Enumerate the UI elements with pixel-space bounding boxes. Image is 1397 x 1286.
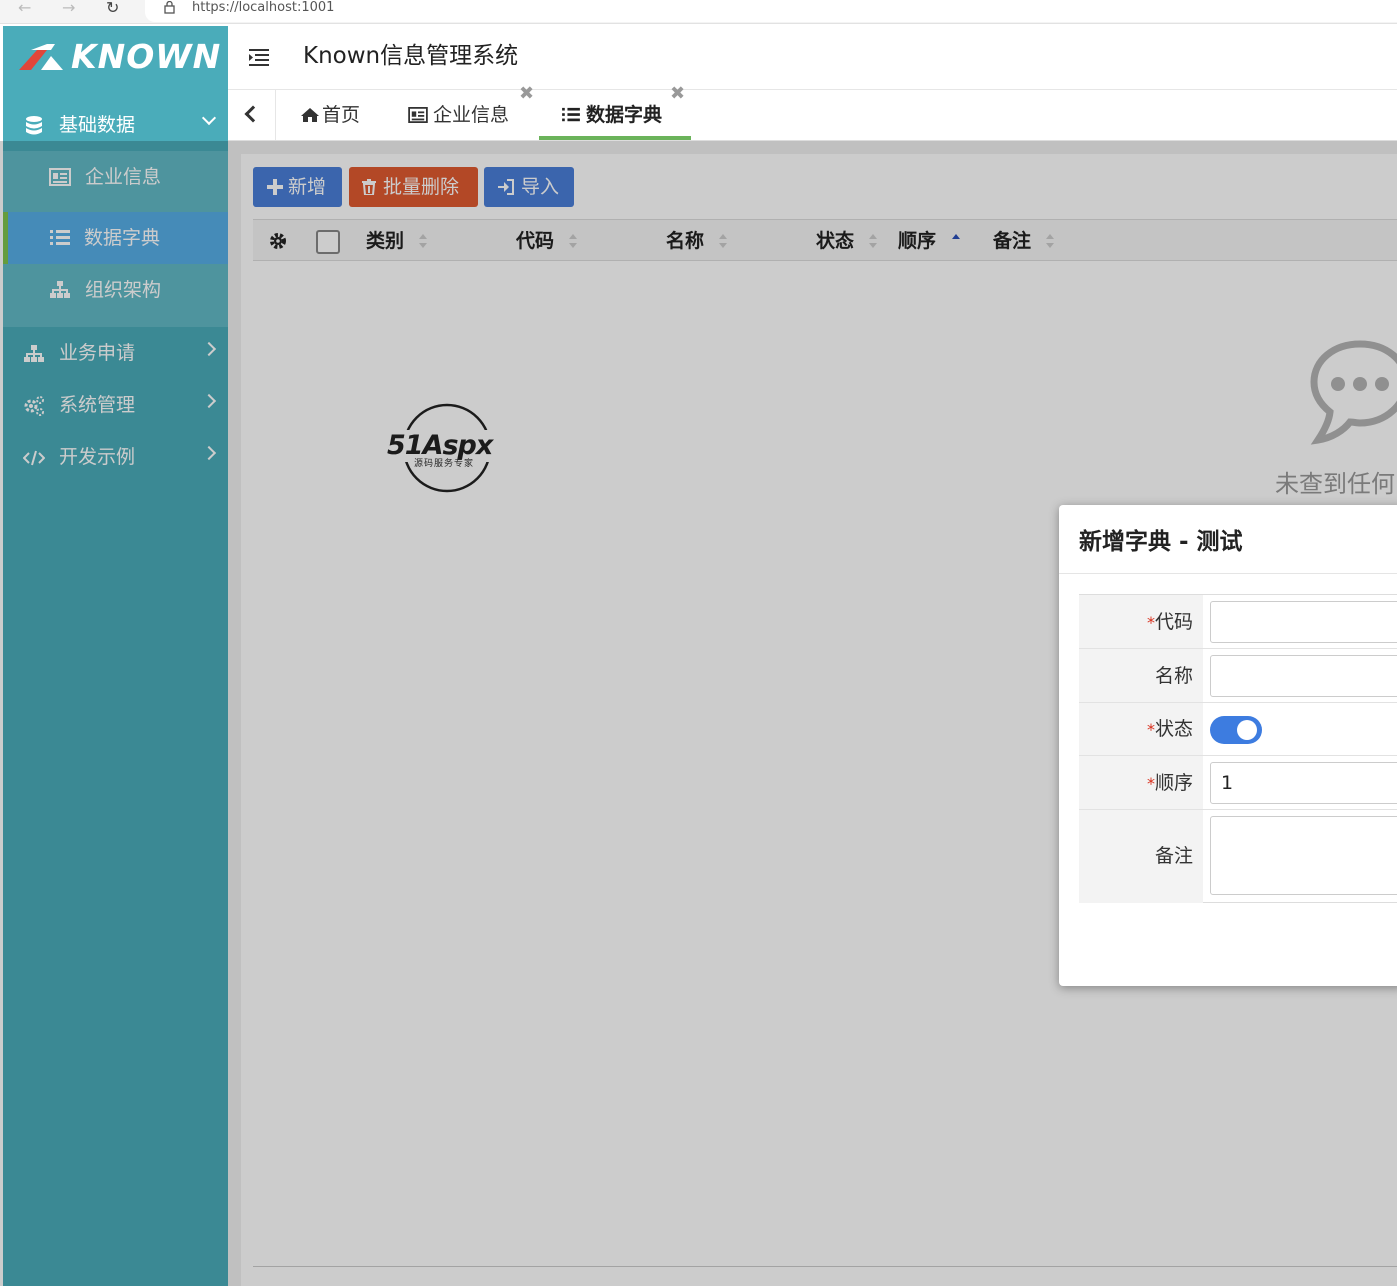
name-label: 名称 <box>1079 649 1203 702</box>
name-label-text: 名称 <box>1154 665 1193 687</box>
divider <box>1059 573 1397 574</box>
tab-label: 数据字典 <box>586 104 663 126</box>
note-label-text: 备注 <box>1154 845 1193 867</box>
note-textarea[interactable] <box>1210 816 1397 895</box>
order-field[interactable] <box>1210 762 1397 804</box>
back-arrow-icon[interactable]: ← <box>18 0 31 16</box>
logo-text: KNOWN <box>71 37 222 76</box>
toggle-knob <box>1237 720 1257 740</box>
dictionary-form: *代码 名称 *状态 *顺序 备注 <box>1079 594 1397 903</box>
name-field[interactable] <box>1210 655 1397 697</box>
status-toggle[interactable] <box>1210 716 1262 744</box>
code-label: *代码 <box>1079 595 1203 648</box>
home-icon <box>301 108 319 122</box>
id-card-icon <box>408 107 428 123</box>
required-mark: * <box>1146 774 1155 793</box>
tab-data-dictionary[interactable]: 数据字典 ✖ <box>539 84 691 140</box>
logo-mark-icon <box>19 44 63 70</box>
app-title: Known信息管理系统 <box>303 43 519 69</box>
chevron-left-icon <box>244 105 262 123</box>
list-icon <box>562 107 580 122</box>
address-url: https://localhost:1001 <box>192 0 335 15</box>
required-mark: * <box>1146 613 1155 632</box>
order-label-text: 顺序 <box>1154 772 1193 794</box>
close-icon[interactable]: ✖ <box>519 84 534 104</box>
tab-company-info[interactable]: 企业信息 ✖ <box>407 84 537 140</box>
sidebar-group-label: 基础数据 <box>59 114 136 136</box>
chevron-down-icon <box>201 110 217 126</box>
tab-home[interactable]: 首页 <box>298 90 398 140</box>
order-label: *顺序 <box>1079 756 1203 809</box>
status-label-text: 状态 <box>1154 718 1193 740</box>
close-icon[interactable]: ✖ <box>670 84 685 104</box>
form-row-code: *代码 <box>1079 595 1397 649</box>
tab-scroll-left-button[interactable] <box>228 90 276 140</box>
code-field[interactable] <box>1210 601 1397 643</box>
form-row-name: 名称 <box>1079 649 1397 703</box>
required-mark: * <box>1146 720 1155 739</box>
top-header: Known信息管理系统 <box>228 26 1397 90</box>
forward-arrow-icon[interactable]: → <box>62 0 75 16</box>
code-label-text: 代码 <box>1154 611 1193 633</box>
reload-icon[interactable]: ↻ <box>106 0 119 16</box>
menu-toggle-icon[interactable] <box>249 48 269 66</box>
note-label: 备注 <box>1079 810 1203 903</box>
database-icon <box>26 116 42 135</box>
dialog-title: 新增字典 - 测试 <box>1079 529 1243 555</box>
tab-bar: 首页 企业信息 ✖ 数据字典 ✖ <box>228 84 1397 141</box>
lock-icon <box>164 1 175 14</box>
browser-toolbar: ← → ↻ https://localhost:1001 <box>0 0 1397 24</box>
add-dictionary-dialog: 新增字典 - 测试 *代码 名称 *状态 *顺序 1 备注 <box>1059 505 1397 986</box>
form-row-status: *状态 <box>1079 703 1397 756</box>
status-label: *状态 <box>1079 703 1203 755</box>
form-row-note: 备注 <box>1079 810 1397 903</box>
tab-label: 首页 <box>322 104 361 126</box>
form-row-order: *顺序 <box>1079 756 1397 810</box>
logo: KNOWN <box>17 40 220 76</box>
tab-label: 企业信息 <box>433 104 510 126</box>
